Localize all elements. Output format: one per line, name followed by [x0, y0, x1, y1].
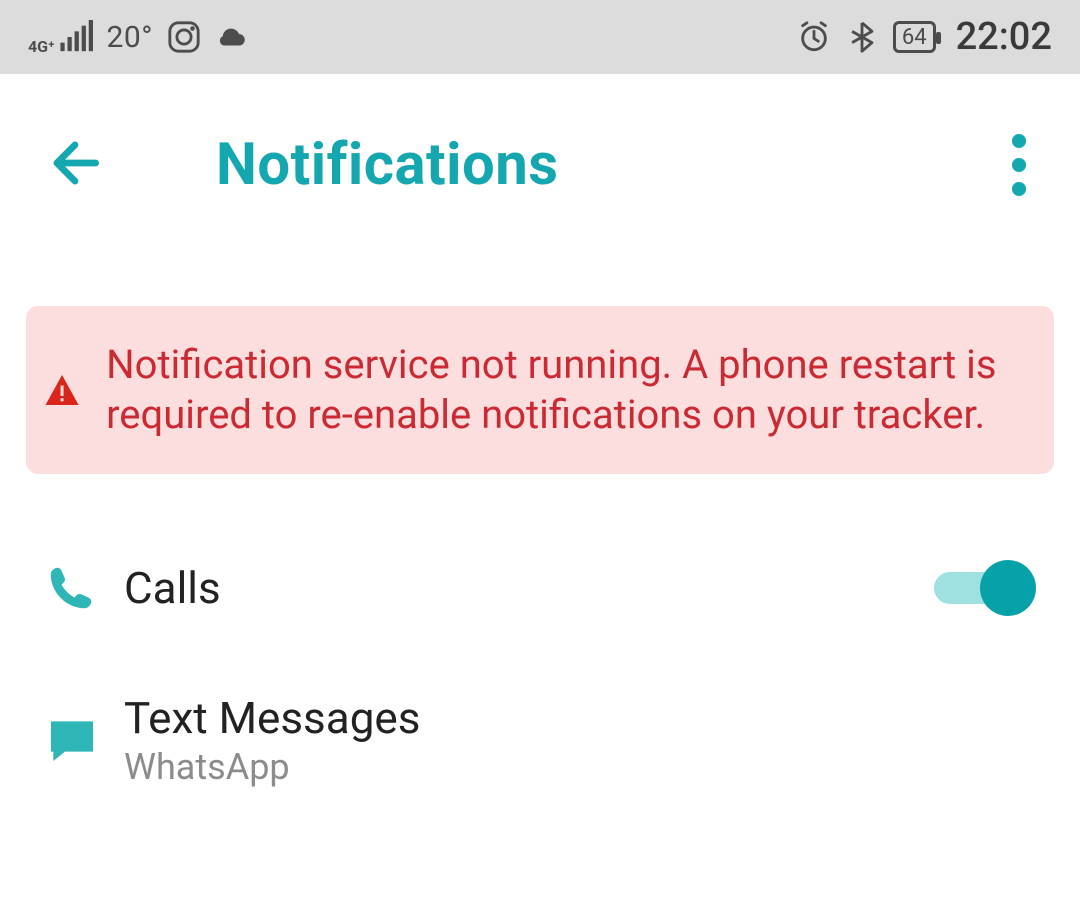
overflow-dot-icon [1012, 134, 1026, 148]
row-text-messages[interactable]: Text Messages WhatsApp [0, 662, 1080, 834]
warning-triangle-icon [44, 355, 80, 425]
row-text-messages-subtitle: WhatsApp [124, 746, 420, 788]
overflow-dot-icon [1012, 182, 1026, 196]
phone-icon [44, 561, 98, 615]
toggle-knob [980, 560, 1036, 616]
alert-message: Notification service not running. A phon… [106, 340, 1024, 440]
back-button[interactable] [44, 132, 106, 198]
temperature-label: 20° [107, 20, 153, 55]
clock-time: 22:02 [956, 15, 1052, 59]
app-header: Notifications [0, 74, 1080, 246]
cloud-icon [215, 20, 249, 54]
bluetooth-icon [845, 20, 879, 54]
network-indicator: 4G⁺ [28, 20, 93, 54]
instagram-icon [167, 20, 201, 54]
page-title: Notifications [216, 131, 559, 199]
message-icon [44, 712, 100, 768]
status-left: 4G⁺ 20° [28, 20, 249, 55]
row-calls-title: Calls [124, 562, 221, 614]
row-text-messages-title: Text Messages [124, 692, 420, 744]
alert-banner: Notification service not running. A phon… [26, 306, 1054, 474]
alarm-icon [797, 20, 831, 54]
battery-indicator: 64 [893, 21, 936, 53]
status-bar: 4G⁺ 20° 64 22:02 [0, 0, 1080, 74]
network-label: 4G⁺ [28, 40, 55, 54]
overflow-menu-button[interactable] [1002, 124, 1036, 206]
battery-percent: 64 [902, 25, 927, 50]
overflow-dot-icon [1012, 158, 1026, 172]
signal-bars-icon [59, 20, 93, 54]
status-right: 64 22:02 [797, 15, 1052, 59]
calls-toggle[interactable] [934, 560, 1036, 616]
back-arrow-icon [44, 132, 106, 194]
row-calls[interactable]: Calls [0, 514, 1080, 662]
